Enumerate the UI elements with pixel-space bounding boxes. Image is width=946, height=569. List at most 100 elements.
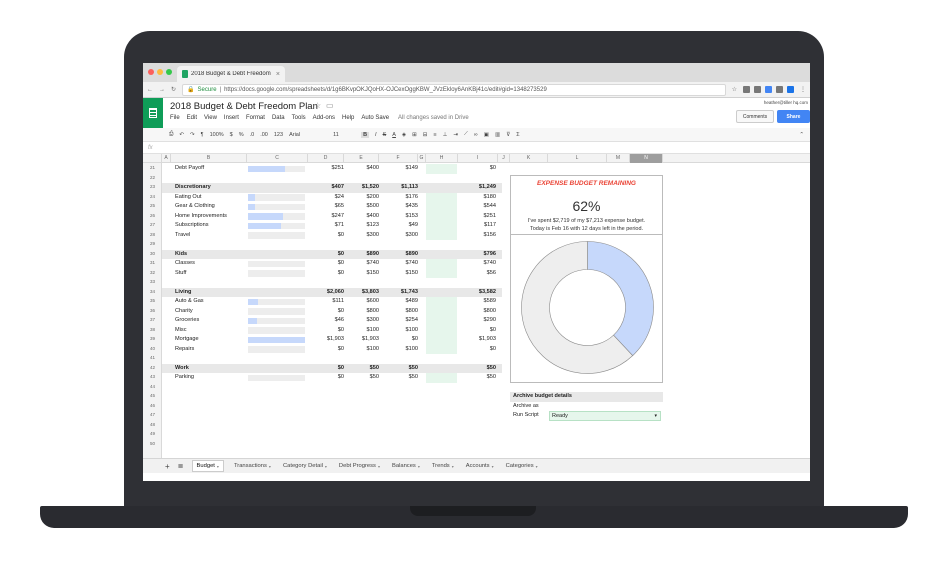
extension-icon[interactable] [787, 86, 794, 93]
font-select[interactable]: Arial [289, 132, 327, 138]
column-header[interactable]: D [308, 154, 344, 163]
extension-icon[interactable] [765, 86, 772, 93]
budget-row[interactable]: Mortgage $1,903 $1,903 $0 $1,903 [162, 335, 502, 345]
sheet-tab-budget[interactable]: Budget ▾ [191, 460, 224, 472]
menu-edit[interactable]: Edit [187, 115, 197, 121]
row-header[interactable]: 47 [143, 410, 162, 420]
row-header[interactable]: 40 [143, 344, 162, 354]
column-header[interactable]: J [498, 154, 510, 163]
folder-icon[interactable]: ▭ [326, 101, 334, 110]
add-sheet-icon[interactable]: + [165, 462, 170, 471]
column-header-selected[interactable]: N [630, 154, 663, 163]
filter-icon[interactable]: ⊽ [506, 132, 510, 138]
extension-icon[interactable] [776, 86, 783, 93]
budget-row[interactable]: Parking $0 $50 $50 $50 [162, 373, 502, 383]
budget-row[interactable]: Travel $0 $300 $300 $156 [162, 230, 502, 240]
column-header[interactable]: H [426, 154, 458, 163]
row-header[interactable]: 23 [143, 182, 162, 192]
section-header-row[interactable]: Living $2,060 $3,803 $1,743 $3,582 [162, 287, 502, 297]
menu-addons[interactable]: Add-ons [313, 115, 335, 121]
column-header[interactable]: L [548, 154, 607, 163]
redo-icon[interactable]: ↷ [190, 132, 195, 138]
paint-format-icon[interactable]: ¶ [201, 132, 204, 138]
blank-row[interactable] [162, 240, 502, 250]
browser-menu-icon[interactable]: ⋮ [800, 86, 806, 93]
back-arrow-icon[interactable]: ← [147, 87, 153, 93]
row-header[interactable]: 39 [143, 334, 162, 344]
sheet-tab-accounts[interactable]: Accounts ▾ [464, 463, 496, 469]
row-header[interactable]: 30 [143, 249, 162, 259]
undo-icon[interactable]: ↶ [179, 132, 184, 138]
insert-link-icon[interactable]: ∞ [474, 132, 478, 138]
row-header[interactable]: 34 [143, 287, 162, 297]
menu-data[interactable]: Data [272, 115, 285, 121]
sheet-tab-categories[interactable]: Categories ▾ [504, 463, 540, 469]
spreadsheet-grid[interactable]: A B C D E F G H I J K L M N 21 22 23 24 25 26… [143, 154, 810, 458]
column-header[interactable]: C [247, 154, 308, 163]
column-header[interactable]: I [458, 154, 498, 163]
row-header[interactable]: 36 [143, 306, 162, 316]
bookmark-star-icon[interactable]: ☆ [732, 86, 737, 93]
budget-row[interactable]: Classes $0 $740 $740 $740 [162, 259, 502, 269]
row-header[interactable]: 28 [143, 230, 162, 240]
row-header[interactable]: 48 [143, 420, 162, 430]
comments-button[interactable]: Comments [736, 110, 774, 123]
print-icon[interactable]: ⎙ [169, 131, 173, 138]
share-button[interactable]: Share [777, 110, 810, 123]
menu-help[interactable]: Help [342, 115, 354, 121]
menu-insert[interactable]: Insert [224, 115, 239, 121]
row-header[interactable]: 43 [143, 372, 162, 382]
row-header[interactable]: 37 [143, 315, 162, 325]
row-header[interactable]: 46 [143, 401, 162, 411]
borders-icon[interactable]: ⊞ [412, 132, 417, 138]
horizontal-align-icon[interactable]: ≡ [433, 132, 436, 138]
menu-view[interactable]: View [204, 115, 217, 121]
row-header[interactable]: 35 [143, 296, 162, 306]
column-header[interactable]: B [171, 154, 247, 163]
row-header[interactable]: 32 [143, 268, 162, 278]
menu-auto-save[interactable]: Auto Save [361, 115, 389, 121]
budget-row[interactable]: Stuff $0 $150 $150 $56 [162, 268, 502, 278]
sheet-tab-transactions[interactable]: Transactions ▾ [232, 463, 273, 469]
sheet-tab-trends[interactable]: Trends ▾ [430, 463, 456, 469]
close-tab-icon[interactable]: × [276, 71, 280, 78]
star-icon[interactable]: ☆ [314, 101, 321, 110]
run-script-select[interactable]: Ready ▾ [549, 411, 661, 421]
row-header[interactable]: 26 [143, 211, 162, 221]
insert-comment-icon[interactable]: ▣ [484, 132, 489, 138]
save-status[interactable]: All changes saved in Drive [398, 115, 469, 121]
document-title[interactable]: 2018 Budget & Debt Freedom Plan [170, 101, 318, 112]
column-header[interactable]: E [344, 154, 379, 163]
text-rotation-icon[interactable]: ⟋ [464, 131, 468, 138]
formula-bar[interactable]: fx [143, 142, 810, 154]
sheets-logo-icon[interactable] [143, 98, 163, 128]
blank-row[interactable] [162, 174, 502, 184]
row-header[interactable]: 45 [143, 391, 162, 401]
sheet-tab-balances[interactable]: Balances ▾ [390, 463, 422, 469]
budget-row[interactable]: Auto & Gas $111 $600 $489 $589 [162, 297, 502, 307]
merge-cells-icon[interactable]: ⊟ [423, 132, 428, 138]
row-header[interactable]: 25 [143, 201, 162, 211]
functions-button[interactable]: Σ [516, 132, 519, 138]
font-size-select[interactable]: 11 [333, 132, 355, 138]
extension-icon[interactable] [743, 86, 750, 93]
user-email[interactable]: heather@tiller hq.com [764, 100, 808, 105]
menu-format[interactable]: Format [246, 115, 265, 121]
budget-row[interactable]: Misc $0 $100 $100 $0 [162, 325, 502, 335]
bold-button[interactable]: B [361, 131, 370, 138]
row-header[interactable]: 50 [143, 439, 162, 449]
url-field[interactable]: 🔒 Secure | https://docs.google.com/sprea… [182, 83, 726, 96]
section-header-row[interactable]: Discretionary $407 $1,520 $1,113 $1,249 [162, 183, 502, 193]
forward-arrow-icon[interactable]: → [159, 87, 165, 93]
budget-row[interactable]: Subscriptions $71 $123 $49 $117 [162, 221, 502, 231]
increase-decimal-button[interactable]: .00 [260, 132, 268, 138]
budget-row[interactable]: Home Improvements $247 $400 $153 $251 [162, 211, 502, 221]
vertical-align-icon[interactable]: ⊥ [443, 132, 448, 138]
column-header[interactable]: A [162, 154, 171, 163]
row-header[interactable]: 33 [143, 277, 162, 287]
row-header[interactable]: 22 [143, 173, 162, 183]
all-sheets-icon[interactable]: ≣ [178, 462, 184, 470]
row-header[interactable]: 29 [143, 239, 162, 249]
maximize-window-icon[interactable] [166, 69, 172, 75]
currency-format-button[interactable]: $ [230, 132, 233, 138]
